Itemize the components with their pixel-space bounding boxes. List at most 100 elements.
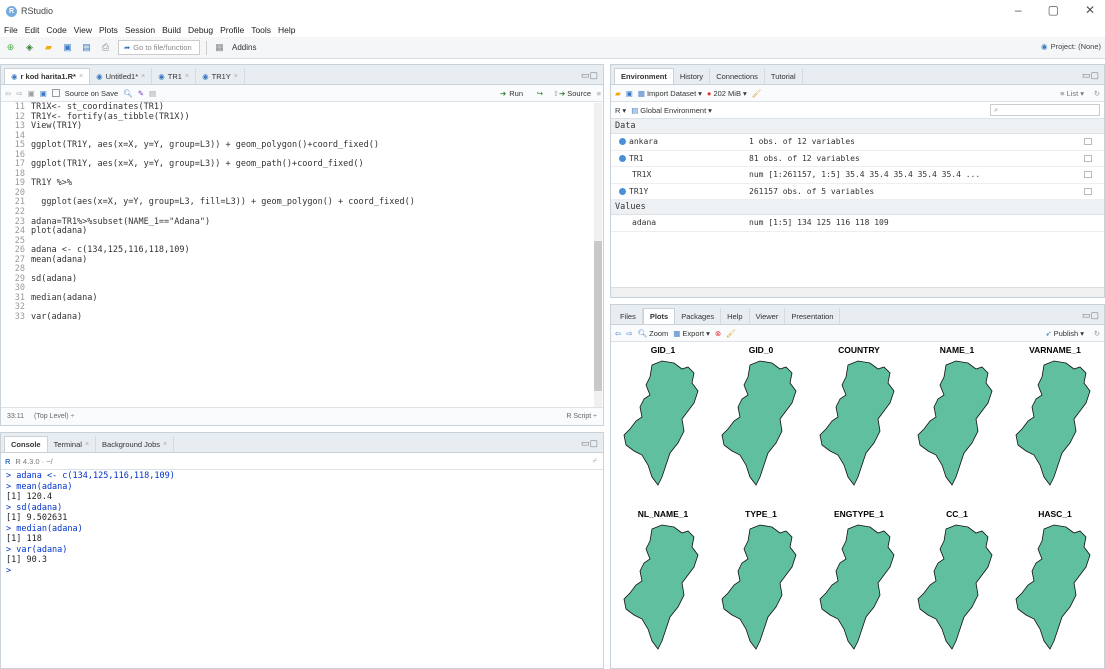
pane-maximize-icon[interactable]: ▭▢ (1082, 70, 1099, 81)
close-tab-icon[interactable]: × (234, 73, 238, 80)
code-tools-icon[interactable]: ✎ (138, 89, 144, 98)
environment-horizontal-scrollbar[interactable] (611, 287, 1104, 297)
environment-row[interactable]: TR1X num [1:261157, 1:5] 35.4 35.4 35.4 3… (611, 167, 1104, 184)
close-tab-icon[interactable]: × (85, 441, 89, 448)
language-select[interactable]: R ▾ (615, 106, 626, 115)
code-editor[interactable]: 11 TR1X<- st_coordinates(TR1) 12 TR1Y<- for… (1, 102, 603, 407)
editor-scroll-thumb[interactable] (594, 241, 602, 391)
scope-indicator[interactable]: (Top Level) ÷ (34, 413, 74, 420)
save-all-icon[interactable]: ▤ (80, 41, 93, 54)
pane-maximize-icon[interactable]: ▭▢ (581, 438, 598, 449)
expand-icon[interactable] (619, 154, 626, 162)
tab-environment[interactable]: Environment (614, 68, 674, 84)
view-data-icon[interactable] (1084, 138, 1092, 146)
menu-build[interactable]: Build (162, 25, 181, 35)
refresh-icon[interactable]: ↻ (1094, 329, 1100, 338)
pane-maximize-icon[interactable]: ▭▢ (581, 70, 598, 81)
publish-button[interactable]: ➶ Publish ▾ (1045, 329, 1084, 338)
tab-viewer[interactable]: Viewer (750, 308, 786, 324)
console-output[interactable]: > adana <- c(134,125,116,118,109) > mean(… (1, 471, 603, 668)
refresh-icon[interactable]: ↻ (1094, 89, 1100, 98)
environment-row[interactable]: ankara 1 obs. of 12 variables (611, 134, 1104, 151)
tab-terminal[interactable]: Terminal × (48, 436, 97, 452)
close-tab-icon[interactable]: × (163, 441, 167, 448)
list-view-toggle[interactable]: ≡ List ▾ (1060, 89, 1084, 98)
tab-help[interactable]: Help (721, 308, 750, 324)
tab-presentation[interactable]: Presentation (785, 308, 841, 324)
environment-select[interactable]: ▤ Global Environment ▾ (631, 106, 712, 115)
zoom-button[interactable]: 🔍︎ Zoom (638, 329, 669, 338)
environment-row[interactable]: adana num [1:5] 134 125 116 118 109 (611, 215, 1104, 232)
save-icon[interactable]: ▣ (61, 41, 74, 54)
close-tab-icon[interactable]: × (79, 73, 83, 80)
tab-packages[interactable]: Packages (675, 308, 722, 324)
tab-tr1[interactable]: ◉ TR1 × (152, 68, 197, 84)
tab-plots[interactable]: Plots (642, 308, 676, 324)
environment-search-input[interactable]: ⌕ (990, 104, 1100, 116)
environment-row[interactable]: TR1 81 obs. of 12 variables (611, 151, 1104, 167)
rerun-icon[interactable]: ↪ (537, 89, 543, 98)
new-file-icon[interactable]: ⊕ (4, 41, 17, 54)
menu-debug[interactable]: Debug (188, 25, 213, 35)
tab-history[interactable]: History (674, 68, 711, 84)
menu-session[interactable]: Session (125, 25, 155, 35)
memory-usage[interactable]: ● 202 MiB ▾ (707, 89, 747, 98)
addins-menu[interactable]: Addins (232, 43, 256, 52)
view-data-icon[interactable] (1084, 171, 1092, 179)
maximize-icon[interactable]: ▢ (1048, 3, 1059, 17)
menu-code[interactable]: Code (46, 25, 66, 35)
import-dataset-button[interactable]: ▦ Import Dataset ▾ (638, 89, 702, 98)
source-on-save-checkbox[interactable] (51, 89, 60, 97)
outline-icon[interactable]: ≡ (597, 89, 601, 98)
remove-plot-icon[interactable]: ⊗ (715, 329, 721, 338)
tab-background-jobs[interactable]: Background Jobs × (96, 436, 175, 452)
previous-plot-icon[interactable]: ⇦ (615, 329, 621, 338)
view-data-icon[interactable] (1084, 187, 1092, 195)
show-in-window-icon[interactable]: ▣ (28, 89, 35, 98)
save-icon[interactable]: ▣ (40, 89, 47, 98)
tab-tutorial[interactable]: Tutorial (765, 68, 803, 84)
tab-r-kod-harita1-r[interactable]: ◉ r kod harita1.R* × (4, 68, 91, 84)
load-workspace-icon[interactable]: ▰ (615, 89, 621, 98)
clear-objects-icon[interactable]: 🖌︎ (752, 89, 762, 98)
grid-layout-icon[interactable]: ▦ (213, 41, 226, 54)
close-tab-icon[interactable]: × (185, 73, 189, 80)
menu-plots[interactable]: Plots (99, 25, 118, 35)
save-workspace-icon[interactable]: ▣ (626, 89, 633, 98)
clear-plots-icon[interactable]: 🖌︎ (726, 329, 736, 338)
tab-connections[interactable]: Connections (710, 68, 765, 84)
environment-row[interactable]: TR1Y 261157 obs. of 5 variables (611, 184, 1104, 200)
menu-view[interactable]: View (74, 25, 92, 35)
expand-icon[interactable] (619, 138, 626, 146)
compile-report-icon[interactable]: ▤ (149, 89, 156, 98)
pane-maximize-icon[interactable]: ▭▢ (1082, 310, 1099, 321)
menu-tools[interactable]: Tools (251, 25, 271, 35)
tab-console[interactable]: Console (4, 436, 48, 452)
expand-icon[interactable] (619, 187, 626, 195)
project-menu[interactable]: ◉ Project: (None) (1041, 42, 1101, 51)
menu-file[interactable]: File (4, 25, 18, 35)
view-data-icon[interactable] (1084, 154, 1092, 162)
back-arrow-icon[interactable]: ⇦ (5, 89, 11, 98)
close-tab-icon[interactable]: × (141, 73, 145, 80)
search-icon[interactable]: 🔍︎ (123, 89, 133, 98)
menu-help[interactable]: Help (278, 25, 295, 35)
clear-console-icon[interactable]: ⌿ (593, 456, 598, 466)
open-file-icon[interactable]: ▰ (42, 41, 55, 54)
menu-edit[interactable]: Edit (25, 25, 40, 35)
new-project-icon[interactable]: ◈ (23, 41, 36, 54)
export-button[interactable]: ▦ Export ▾ (673, 329, 710, 338)
editor-scrollbar[interactable] (594, 103, 602, 407)
close-icon[interactable]: ✕ (1085, 3, 1095, 17)
tab-files[interactable]: Files (614, 308, 643, 324)
print-icon[interactable]: ⎙ (99, 41, 112, 54)
tab-tr1y[interactable]: ◉ TR1Y × (196, 68, 245, 84)
minimize-icon[interactable]: – (1015, 3, 1022, 17)
run-button[interactable]: ➔ Run (500, 89, 523, 98)
tab-untitled1[interactable]: ◉ Untitled1* × (90, 68, 153, 84)
goto-file-input[interactable]: ➦ Go to file/function (118, 40, 200, 55)
file-type-indicator[interactable]: R Script ÷ (566, 413, 597, 420)
menu-profile[interactable]: Profile (220, 25, 244, 35)
forward-arrow-icon[interactable]: ⇨ (16, 89, 22, 98)
next-plot-icon[interactable]: ⇨ (626, 329, 632, 338)
